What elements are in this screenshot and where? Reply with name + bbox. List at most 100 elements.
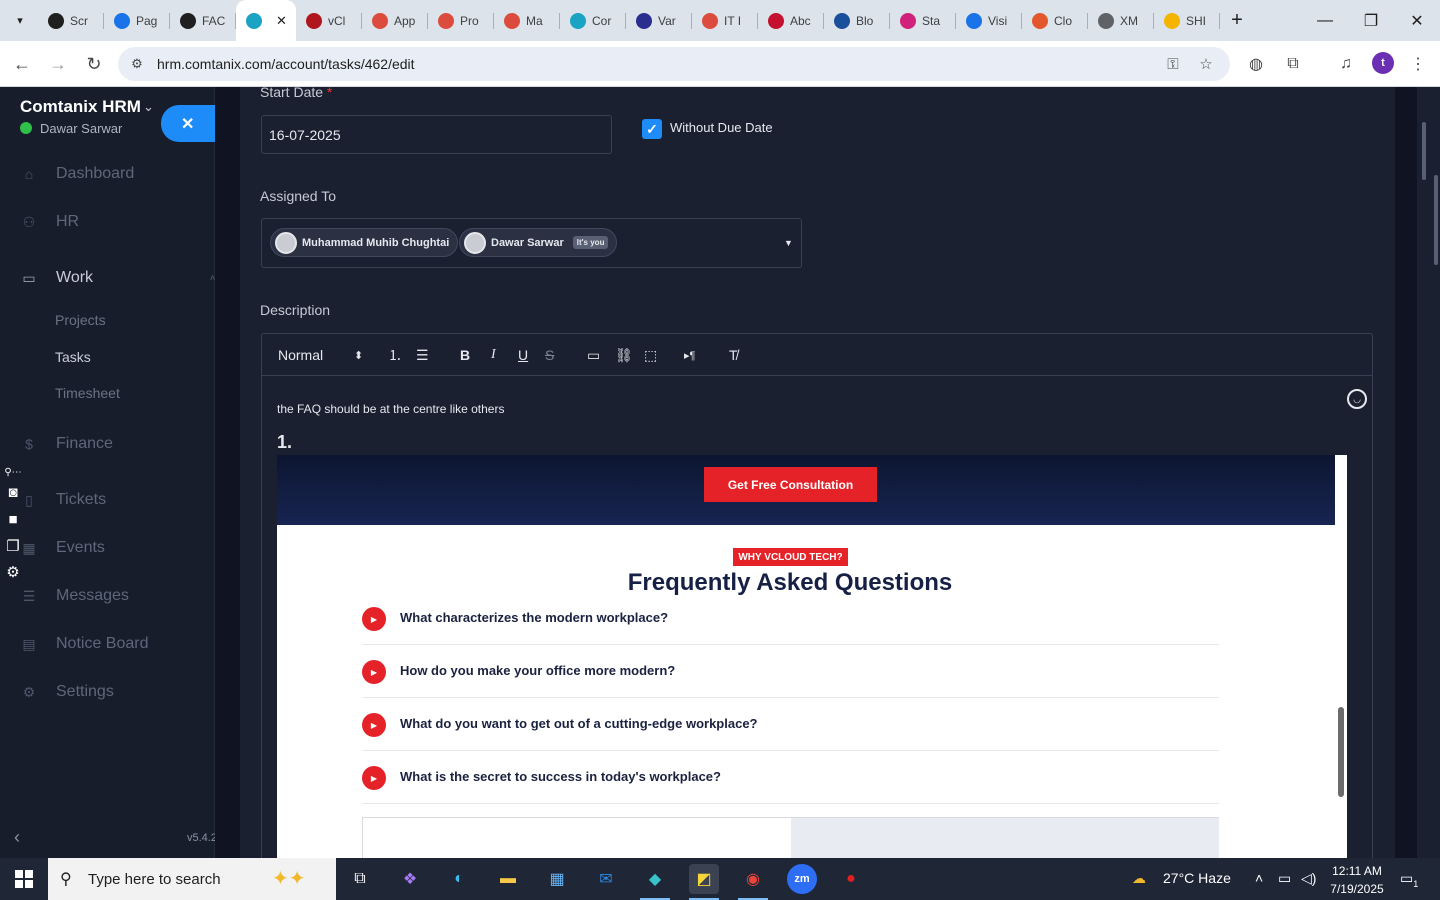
minimize-button[interactable]: — — [1302, 0, 1348, 41]
maximize-button[interactable]: ❐ — [1348, 0, 1394, 41]
taskbar-search-input[interactable]: Type here to search — [88, 871, 221, 888]
sidebar-subitem-projects[interactable]: Projects — [55, 312, 106, 328]
browser-tab[interactable]: Clo — [1022, 0, 1088, 41]
taskbar-search[interactable]: ⚲ Type here to search ✦✦ — [48, 858, 336, 900]
more-dots-icon[interactable]: ⚲⋯ — [3, 463, 23, 481]
browser-tab[interactable]: ✕ — [236, 0, 296, 41]
reload-button[interactable]: ↻ — [80, 50, 108, 78]
browser-tab[interactable]: Abc — [758, 0, 824, 41]
text-direction-icon[interactable]: ▸¶ — [684, 346, 695, 364]
media-control-icon[interactable]: ♫ — [1334, 52, 1358, 76]
sticky-notes-icon[interactable]: ◩ — [689, 864, 719, 900]
zoom-icon[interactable]: zm — [787, 864, 817, 894]
site-info-icon[interactable]: ⚙ — [128, 55, 146, 73]
window-capture-icon[interactable]: ❐ — [3, 537, 23, 555]
tab-search-chevron-icon[interactable]: ▾ — [8, 8, 32, 32]
extensions-icon[interactable]: ⧉ — [1281, 52, 1305, 76]
copilot-icon[interactable]: ❖ — [395, 864, 425, 894]
sidebar-subitem-tasks[interactable]: Tasks — [55, 349, 91, 365]
start-date-input[interactable]: 16-07-2025 — [261, 115, 612, 154]
browser-tab[interactable]: Scr — [38, 0, 104, 41]
browser-tab[interactable]: FAC — [170, 0, 236, 41]
browser-tab[interactable]: Ma — [494, 0, 560, 41]
password-key-icon[interactable]: ⚿ — [1163, 55, 1183, 73]
sidebar-item-tickets[interactable]: ▯ Tickets — [0, 480, 214, 520]
sidebar-subitem-timesheet[interactable]: Timesheet — [55, 385, 120, 401]
brand-name[interactable]: Comtanix HRM — [20, 97, 141, 117]
chevron-up-icon[interactable]: ˄ — [1255, 870, 1263, 886]
without-due-date-checkbox[interactable]: ✓ — [642, 119, 662, 139]
editor-text[interactable]: the FAQ should be at the centre like oth… — [277, 402, 504, 416]
sidebar-item-settings[interactable]: ⚙ Settings — [0, 672, 214, 712]
browser-tab[interactable]: SHI — [1154, 0, 1220, 41]
bold-icon[interactable]: B — [460, 346, 470, 364]
bookmark-star-icon[interactable]: ☆ — [1196, 55, 1216, 73]
sidebar-item-hr[interactable]: ⚇ HR — [0, 202, 214, 242]
clear-format-icon[interactable]: T̸ — [729, 346, 738, 364]
without-due-date-label[interactable]: Without Due Date — [670, 120, 773, 135]
italic-icon[interactable]: I — [491, 346, 496, 364]
close-sidebar-button[interactable]: ✕ — [161, 105, 217, 142]
sidebar-item-finance[interactable]: $ Finance — [0, 424, 214, 464]
camera-icon[interactable]: ◙ — [3, 483, 23, 501]
sidebar-item-messages[interactable]: ☰ Messages — [0, 576, 214, 616]
sidebar-item-events[interactable]: ▦ Events — [0, 528, 214, 568]
assignee-chip[interactable]: Muhammad Muhib Chughtai — [270, 228, 459, 257]
taskbar-clock[interactable]: 12:11 AM 7/19/2025 — [1329, 862, 1385, 898]
strikethrough-icon[interactable]: S — [545, 346, 554, 364]
page-scrollbar-thumb[interactable] — [1422, 122, 1426, 180]
start-button[interactable] — [0, 858, 48, 900]
file-explorer-icon[interactable]: ▬ — [493, 864, 523, 894]
image-icon[interactable]: ▭ — [587, 346, 600, 364]
mail-icon[interactable]: ✉ — [591, 864, 621, 894]
close-tab-icon[interactable]: ✕ — [276, 13, 287, 29]
sidebar-item-notice-board[interactable]: ▤ Notice Board — [0, 624, 214, 664]
chevron-down-icon[interactable]: ⌄ — [143, 99, 154, 115]
network-icon[interactable]: ▭ — [1278, 870, 1291, 887]
emoji-icon[interactable]: ◡ — [1347, 389, 1367, 409]
assignee-chip[interactable]: Dawar Sarwar It's you — [459, 228, 618, 257]
chrome-icon[interactable]: ◉ — [738, 864, 768, 900]
select-arrows-icon[interactable]: ⬍ — [354, 346, 363, 364]
sidebar-item-work[interactable]: ▭ Work ˄ — [0, 258, 215, 298]
recorder-icon[interactable]: ● — [836, 864, 866, 894]
bullet-list-icon[interactable]: ☰ — [416, 346, 429, 364]
new-tab-button[interactable]: + — [1225, 8, 1249, 32]
browser-tab[interactable]: Pag — [104, 0, 170, 41]
forward-button[interactable]: → — [44, 50, 72, 78]
browser-tab[interactable]: Visi — [956, 0, 1022, 41]
close-window-button[interactable]: ✕ — [1394, 0, 1440, 41]
weather-text[interactable]: 27°C Haze — [1163, 870, 1231, 886]
format-select[interactable]: Normal — [278, 346, 323, 364]
task-view-icon[interactable]: ⧉ — [345, 864, 375, 894]
app-icon[interactable]: ◆ — [640, 864, 670, 900]
browser-tab[interactable]: Sta — [890, 0, 956, 41]
back-button[interactable]: ← — [8, 50, 36, 78]
profile-avatar[interactable]: t — [1372, 52, 1394, 74]
browser-tab[interactable]: Var — [626, 0, 692, 41]
store-icon[interactable]: ▦ — [542, 864, 572, 894]
edge-icon[interactable]: ◐ — [444, 864, 474, 894]
gear-icon[interactable]: ⚙ — [3, 563, 23, 581]
video-icon[interactable]: ■ — [3, 510, 23, 528]
browser-tab[interactable]: vCl — [296, 0, 362, 41]
table-icon[interactable]: ⬚ — [644, 346, 657, 364]
more-menu-icon[interactable]: ⋮ — [1406, 52, 1430, 76]
address-url[interactable]: hrm.comtanix.com/account/tasks/462/edit — [157, 56, 415, 72]
sidebar-item-dashboard[interactable]: ⌂ Dashboard — [0, 154, 214, 194]
link-icon[interactable]: ⛓ — [615, 346, 633, 364]
address-bar[interactable]: ⚙ hrm.comtanix.com/account/tasks/462/edi… — [118, 47, 1230, 81]
weather-icon[interactable]: ☁ — [1132, 870, 1146, 887]
ordered-list-icon[interactable]: ⒈ — [388, 346, 402, 364]
caret-down-icon[interactable]: ▼ — [784, 238, 793, 248]
browser-tab[interactable]: Blo — [824, 0, 890, 41]
browser-tab[interactable]: IT I — [692, 0, 758, 41]
browser-tab[interactable]: Pro — [428, 0, 494, 41]
browser-tab[interactable]: XM — [1088, 0, 1154, 41]
browser-tab[interactable]: Cor — [560, 0, 626, 41]
translate-icon[interactable]: ◍ — [1244, 52, 1268, 76]
page-scrollbar-thumb-secondary[interactable] — [1434, 175, 1438, 265]
collapse-sidebar-icon[interactable]: ‹ — [14, 827, 20, 848]
underline-icon[interactable]: U — [518, 346, 528, 364]
notification-icon[interactable]: ▭1 — [1400, 870, 1418, 889]
